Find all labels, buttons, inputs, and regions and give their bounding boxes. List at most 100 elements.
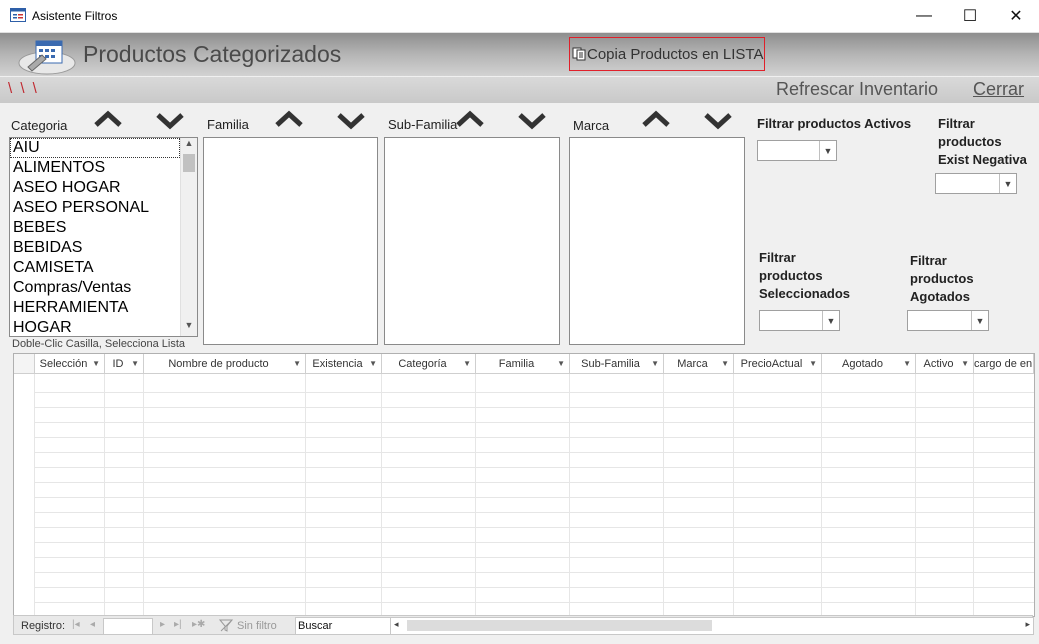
scroll-right-icon: ▸ (1025, 619, 1030, 629)
brand-listbox[interactable] (569, 137, 745, 345)
grid-row-line (34, 407, 1034, 408)
grid-row-line (34, 497, 1034, 498)
chevron-down-icon[interactable]: ▼ (999, 174, 1016, 193)
chevron-down-icon[interactable]: ▼ (971, 311, 988, 330)
category-list-item[interactable]: BEBES (10, 218, 180, 238)
column-sort-icon[interactable]: ▼ (369, 354, 377, 374)
active-filter-label: Filtrar productos Activos (757, 116, 912, 131)
soldout-filter-combo[interactable]: ▼ (907, 310, 989, 331)
column-header[interactable]: ID ▼ (105, 354, 144, 374)
column-sort-icon[interactable]: ▼ (809, 354, 817, 374)
column-sort-icon[interactable]: ▼ (557, 354, 565, 374)
column-header[interactable]: PrecioActual ▼ (734, 354, 822, 374)
chevron-up-icon[interactable] (640, 107, 672, 129)
selected-filter-combo[interactable]: ▼ (759, 310, 840, 331)
category-list-item[interactable]: HOGAR (10, 318, 180, 336)
column-sort-icon[interactable]: ▼ (463, 354, 471, 374)
grid-row-line (34, 437, 1034, 438)
chevron-up-icon[interactable] (273, 107, 305, 129)
category-listbox[interactable]: AIU ALIMENTOS ASEO HOGAR ASEO PERSONAL BEBES… (9, 137, 198, 337)
copy-products-list-button[interactable]: Copia Productos en LISTA (569, 37, 765, 71)
filter-status[interactable]: Sin filtro (237, 620, 277, 632)
grid-row-line (34, 452, 1034, 453)
new-record-icon[interactable]: ▸✱ (192, 619, 205, 630)
record-number-input[interactable] (103, 618, 153, 635)
grid-column-line (34, 374, 35, 616)
column-header[interactable]: Existencia ▼ (306, 354, 382, 374)
subfamily-listbox[interactable] (384, 137, 560, 345)
grid-row-line (34, 527, 1034, 528)
close-form-button[interactable]: Cerrar (973, 79, 1024, 100)
grid-row-line (34, 482, 1034, 483)
column-sort-icon[interactable]: ▼ (903, 354, 911, 374)
maximize-button[interactable]: ☐ (947, 0, 993, 32)
calendar-logo-icon (18, 40, 76, 75)
last-record-icon[interactable]: ▸| (174, 619, 182, 630)
column-header[interactable]: Agotado ▼ (822, 354, 916, 374)
family-listbox[interactable] (203, 137, 378, 345)
category-list-item[interactable]: BEBIDAS (10, 238, 180, 258)
column-sort-icon[interactable]: ▼ (131, 354, 139, 374)
page-title: Productos Categorizados (83, 41, 342, 67)
chevron-down-icon[interactable] (702, 110, 734, 132)
chevron-up-icon[interactable] (92, 107, 124, 129)
grid-column-line (663, 374, 664, 616)
column-header[interactable]: Categoría ▼ (382, 354, 476, 374)
grid-row-line (34, 512, 1034, 513)
category-list-item[interactable]: AIU (10, 138, 180, 158)
select-all-corner[interactable] (14, 354, 35, 374)
soldout-filter-label: Filtrar productos Agotados (910, 253, 974, 304)
column-header[interactable]: cargo de en (974, 354, 1034, 374)
chevron-down-icon[interactable] (335, 110, 367, 132)
chevron-down-icon[interactable]: ▼ (819, 141, 836, 160)
column-header[interactable]: Selección ▼ (35, 354, 105, 374)
refresh-inventory-button[interactable]: Refrescar Inventario (776, 79, 938, 100)
category-list-item[interactable]: HERRAMIENTA (10, 298, 180, 318)
column-sort-icon[interactable]: ▼ (293, 354, 301, 374)
chevron-down-icon[interactable] (154, 110, 186, 132)
category-list-item[interactable]: ALIMENTOS (10, 158, 180, 178)
grid-column-line (569, 374, 570, 616)
grid-column-line (104, 374, 105, 616)
column-sort-icon[interactable]: ▼ (961, 354, 969, 374)
products-datasheet[interactable]: Selección ▼ ID ▼ Nombre de producto ▼ Existenc… (13, 353, 1035, 617)
column-header[interactable]: Activo ▼ (916, 354, 974, 374)
record-navigation-bar: Registro: |◂ ◂ ▸ ▸| ▸✱ Sin filtro Buscar… (13, 615, 1034, 635)
minimize-button[interactable]: — (901, 0, 947, 32)
copy-icon (572, 47, 586, 61)
next-record-icon[interactable]: ▸ (160, 619, 165, 630)
column-sort-icon[interactable]: ▼ (651, 354, 659, 374)
chevron-down-icon[interactable] (516, 110, 548, 132)
negative-stock-filter-combo[interactable]: ▼ (935, 173, 1017, 194)
chevron-down-icon[interactable]: ▼ (822, 311, 839, 330)
category-list-item[interactable]: ASEO HOGAR (10, 178, 180, 198)
horizontal-scrollbar[interactable]: ◂ ▸ (390, 617, 1034, 635)
grid-row-line (34, 572, 1034, 573)
category-scrollbar[interactable]: ▲ ▼ (180, 138, 197, 336)
first-record-icon[interactable]: |◂ (72, 619, 80, 630)
form-icon (10, 8, 26, 22)
grid-row-line (34, 422, 1034, 423)
column-header[interactable]: Marca ▼ (664, 354, 734, 374)
grid-row-line (34, 467, 1034, 468)
column-header[interactable]: Familia ▼ (476, 354, 570, 374)
grid-column-line (973, 374, 974, 616)
column-sort-icon[interactable]: ▼ (721, 354, 729, 374)
chevron-up-icon[interactable] (454, 107, 486, 129)
column-header[interactable]: Sub-Familia ▼ (570, 354, 664, 374)
action-bar: \ \ \ Refrescar Inventario Cerrar (0, 77, 1039, 103)
scroll-left-icon: ◂ (394, 619, 399, 629)
active-filter-combo[interactable]: ▼ (757, 140, 837, 161)
grid-column-line (305, 374, 306, 616)
column-header[interactable]: Nombre de producto ▼ (144, 354, 306, 374)
grid-row-line (34, 542, 1034, 543)
category-list-item[interactable]: CAMISETA (10, 258, 180, 278)
family-label: Familia (207, 117, 249, 132)
category-list-item[interactable]: Compras/Ventas (10, 278, 180, 298)
previous-record-icon[interactable]: ◂ (90, 619, 95, 630)
search-input[interactable]: Buscar (295, 617, 393, 635)
close-window-button[interactable]: ✕ (993, 0, 1039, 32)
category-list-item[interactable]: ASEO PERSONAL (10, 198, 180, 218)
grid-column-line (381, 374, 382, 616)
column-sort-icon[interactable]: ▼ (92, 354, 100, 374)
